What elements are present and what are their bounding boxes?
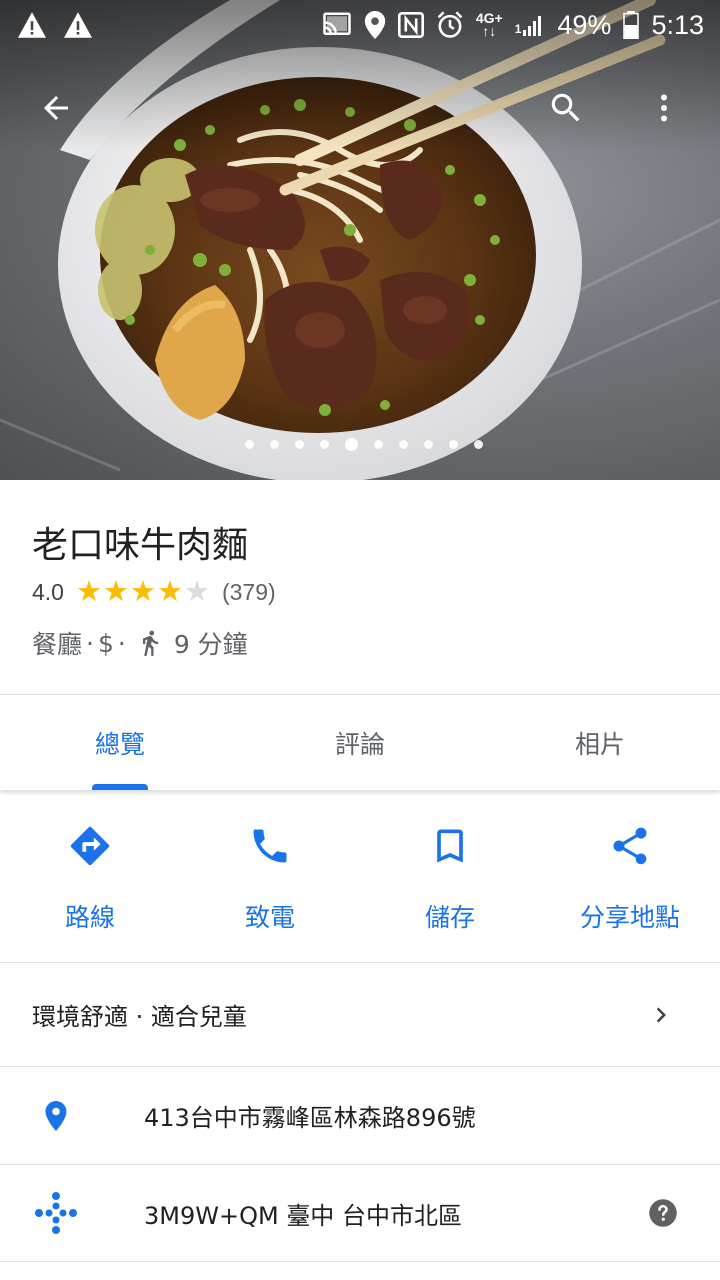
alarm-icon — [437, 11, 463, 38]
app-bar — [0, 78, 720, 138]
tab-photos[interactable]: 相片 — [480, 695, 720, 790]
carousel-dot[interactable] — [295, 440, 304, 449]
tab-reviews[interactable]: 評論 — [240, 695, 480, 790]
tab-indicator — [92, 784, 148, 790]
rating-row[interactable]: 4.0 ★ ★ ★ ★ ★ (379) — [32, 578, 276, 607]
highlights-text: 環境舒適 · 適合兒童 — [32, 1003, 247, 1031]
status-bar: 4G+ ↑↓ 1 49% 5:13 — [0, 0, 720, 50]
rating-value: 4.0 — [32, 579, 64, 605]
star-filled-icon: ★ — [75, 576, 102, 608]
action-label: 分享地點 — [579, 903, 680, 932]
action-label: 路線 — [64, 903, 115, 932]
directions-icon — [70, 826, 110, 866]
address-text: 413台中市霧峰區林森路896號 — [144, 1104, 476, 1132]
carousel-dot[interactable] — [245, 440, 254, 449]
carousel-dot[interactable] — [374, 440, 383, 449]
location-icon — [364, 11, 386, 39]
hero-photo-carousel[interactable]: 4G+ ↑↓ 1 49% 5:13 — [0, 0, 720, 480]
plus-code-help-button[interactable] — [648, 1198, 678, 1228]
action-label: 儲存 — [424, 903, 475, 932]
star-filled-icon: ★ — [129, 576, 156, 608]
back-button[interactable] — [26, 78, 86, 138]
review-count: (379) — [221, 579, 276, 605]
search-button[interactable] — [536, 78, 596, 138]
clock: 5:13 — [651, 9, 704, 40]
place-name: 老口味牛肉麵 — [32, 525, 249, 566]
carousel-dot[interactable] — [449, 440, 458, 449]
more-options-button[interactable] — [634, 78, 694, 138]
carousel-dot[interactable] — [270, 440, 279, 449]
carousel-dot-active[interactable] — [345, 438, 358, 451]
battery-percent: 49% — [557, 9, 612, 40]
carousel-dot[interactable] — [320, 440, 329, 449]
directions-button[interactable]: 路線 — [0, 792, 180, 962]
tab-label: 相片 — [574, 729, 625, 759]
share-icon — [613, 827, 647, 865]
warning-icon — [64, 12, 92, 38]
signal-icon: 1 — [515, 14, 546, 36]
carousel-dot[interactable] — [424, 440, 433, 449]
nfc-icon — [397, 12, 424, 38]
place-meta: 餐廳 · $ · 9 分鐘 — [32, 625, 248, 661]
plus-code-icon — [35, 1192, 77, 1234]
walk-time: 9 分鐘 — [173, 630, 248, 659]
rating-stars: ★ ★ ★ ★ ★ — [76, 578, 210, 607]
address-row[interactable]: 413台中市霧峰區林森路896號 — [0, 1066, 720, 1164]
plus-code-row[interactable]: 3M9W+QM 臺中 台中市北區 — [0, 1164, 720, 1262]
walk-icon — [142, 630, 158, 656]
meta-separator: · — [117, 628, 126, 658]
tab-bar: 總覽 評論 相片 — [0, 694, 720, 790]
star-filled-icon: ★ — [156, 576, 183, 608]
place-header: 老口味牛肉麵 4.0 ★ ★ ★ ★ ★ (379) 餐廳 · $ · 9 分鐘 — [0, 480, 720, 692]
star-filled-icon: ★ — [102, 576, 129, 608]
call-button[interactable]: 致電 — [180, 792, 360, 962]
star-empty-icon: ★ — [183, 576, 210, 608]
tab-label: 總覽 — [94, 729, 145, 759]
cast-icon — [323, 12, 351, 35]
save-button[interactable]: 儲存 — [360, 792, 540, 962]
tab-label: 評論 — [334, 729, 385, 759]
place-pin-icon — [45, 1100, 67, 1131]
search-icon — [551, 93, 580, 122]
help-icon — [649, 1199, 677, 1227]
carousel-dot[interactable] — [399, 440, 408, 449]
tab-overview[interactable]: 總覽 — [0, 695, 240, 790]
highlights-row[interactable]: 環境舒適 · 適合兒童 — [0, 962, 720, 1066]
share-button[interactable]: 分享地點 — [540, 792, 720, 962]
action-label: 致電 — [244, 903, 295, 932]
network-indicator: 4G+ ↑↓ — [475, 10, 503, 39]
place-category: 餐廳 — [32, 630, 83, 659]
bookmark-icon — [437, 829, 463, 863]
meta-separator: · — [86, 628, 94, 658]
more-vert-icon — [661, 94, 667, 122]
battery-icon — [623, 11, 640, 39]
phone-icon — [253, 829, 287, 863]
price-level: $ — [97, 628, 114, 658]
chevron-right-icon — [656, 1007, 666, 1022]
carousel-dot[interactable] — [474, 440, 483, 449]
warning-icon — [18, 12, 46, 38]
arrow-back-icon — [44, 96, 68, 120]
carousel-dots — [0, 438, 720, 451]
action-buttons: 路線 致電 儲存 分享地點 — [0, 792, 720, 962]
plus-code-text: 3M9W+QM 臺中 台中市北區 — [144, 1201, 462, 1230]
